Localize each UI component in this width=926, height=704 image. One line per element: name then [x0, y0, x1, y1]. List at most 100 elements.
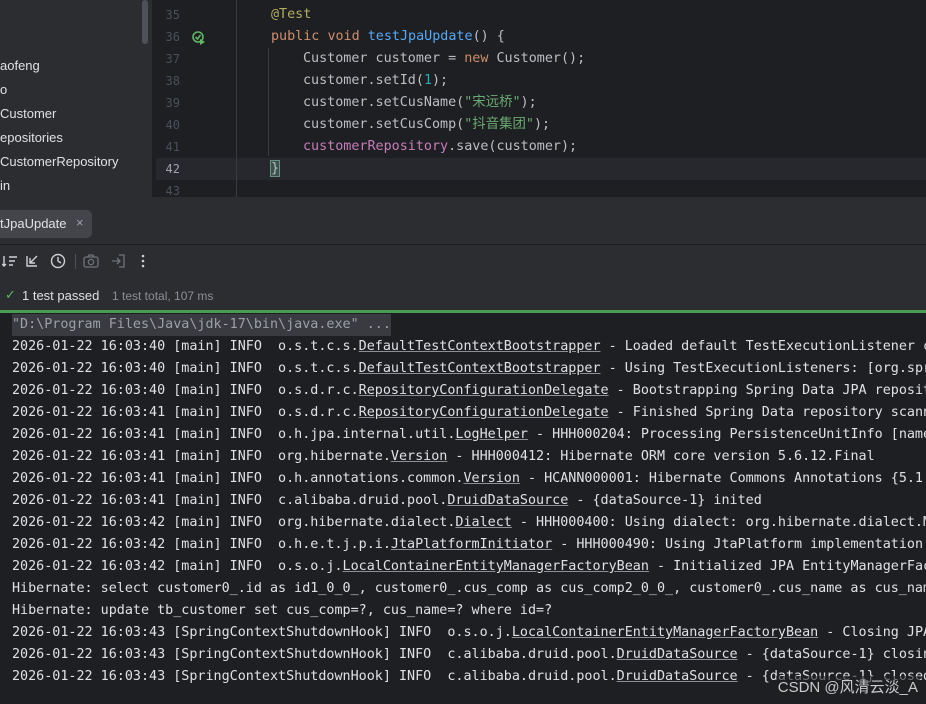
console-class-link[interactable]: Dialect	[455, 515, 511, 530]
console-class-link[interactable]: DefaultTestContextBootstrapper	[359, 361, 601, 376]
indent-guide	[268, 48, 269, 156]
number-token: 1	[423, 73, 432, 88]
console-class-link[interactable]: LocalContainerEntityManagerFactoryBean	[343, 559, 649, 574]
tree-item[interactable]: aofeng	[0, 54, 40, 78]
console-text: - Initialized JPA EntityManagerFact	[648, 559, 926, 574]
code-token: customer.setCusName(	[303, 95, 465, 110]
console-line: Hibernate: update tb_customer set cus_co…	[12, 600, 552, 622]
console-class-link[interactable]: DefaultTestContextBootstrapper	[359, 339, 601, 354]
console-class-link[interactable]: LocalContainerEntityManagerFactoryBean	[512, 625, 818, 640]
line-number: 41	[165, 140, 180, 154]
console-class-link[interactable]: Version	[463, 471, 519, 486]
line-number: 37	[165, 52, 180, 66]
method-name-token: testJpaUpdate	[367, 29, 473, 44]
line-number: 36	[165, 30, 180, 44]
console-text: - {dataSource-1} closing	[737, 647, 926, 662]
console-text: Hibernate: update tb_customer set cus_co…	[12, 603, 553, 618]
code-line-41: customerRepository.save(customer);	[303, 136, 577, 158]
console-class-link[interactable]: RepositoryConfigurationDelegate	[359, 405, 609, 420]
console-text: Hibernate: select customer0_.id as id1_0…	[12, 581, 926, 596]
console-class-link[interactable]: LogHelper	[455, 427, 528, 442]
history-icon[interactable]	[48, 250, 68, 272]
console-class-link[interactable]: DruidDataSource	[617, 669, 738, 684]
console-class-link[interactable]: JtaPlatformInitiator	[391, 537, 552, 552]
code-line-40: customer.setCusComp("抖音集团");	[303, 114, 550, 136]
console-text: 2026-01-22 16:03:41 [main] INFO o.h.anno…	[12, 471, 464, 486]
tree-item[interactable]: o	[0, 78, 7, 102]
run-tab[interactable]: tJpaUpdate ×	[0, 210, 92, 238]
tree-item[interactable]: epositories	[0, 126, 63, 150]
console-text: - Bootstrapping Spring Data JPA reposito	[608, 383, 926, 398]
console-text: 2026-01-22 16:03:40 [main] INFO o.s.t.c.…	[12, 339, 359, 354]
console-output[interactable]: "D:\Program Files\Java\jdk-17\bin\java.e…	[0, 313, 926, 704]
console-line: 2026-01-22 16:03:43 [SpringContextShutdo…	[12, 644, 926, 666]
console-text: 2026-01-22 16:03:40 [main] INFO o.s.d.r.…	[12, 383, 359, 398]
console-class-link[interactable]: DruidDataSource	[617, 647, 738, 662]
console-command-line[interactable]: "D:\Program Files\Java\jdk-17\bin\java.e…	[12, 314, 391, 336]
tests-passed-label: 1 test passed	[22, 288, 100, 303]
more-icon[interactable]	[133, 250, 153, 272]
keyword-token: new	[464, 51, 489, 66]
tree-scrollbar[interactable]	[142, 0, 148, 44]
code-line-37: Customer customer = new Customer();	[303, 48, 585, 70]
code-line-35: @Test	[271, 4, 311, 26]
console-line: 2026-01-22 16:03:41 [main] INFO o.s.d.r.…	[12, 402, 926, 424]
line-number: 35	[165, 8, 180, 22]
console-text: 2026-01-22 16:03:41 [main] INFO org.hibe…	[12, 449, 391, 464]
line-number: 38	[165, 74, 180, 88]
collapse-icon[interactable]	[22, 250, 42, 272]
console-line: 2026-01-22 16:03:42 [main] INFO o.h.e.t.…	[12, 534, 926, 556]
export-icon[interactable]	[108, 250, 128, 272]
code-token: .save(customer);	[448, 139, 578, 154]
matched-brace: }	[269, 160, 281, 177]
project-tree: aofeng o Customer epositories CustomerRe…	[0, 0, 152, 200]
tests-total-label: 1 test total, 107 ms	[112, 289, 214, 303]
tree-item[interactable]: in	[0, 174, 10, 198]
console-line: 2026-01-22 16:03:43 [SpringContextShutdo…	[12, 622, 926, 644]
code-token: );	[520, 95, 537, 110]
watermark: CSDN @风清云淡_A	[775, 676, 920, 697]
console-text: - {dataSource-1} inited	[568, 493, 762, 508]
console-line: 2026-01-22 16:03:42 [main] INFO org.hibe…	[12, 512, 926, 534]
console-line: 2026-01-22 16:03:41 [main] INFO org.hibe…	[12, 446, 875, 468]
run-tool-window: tJpaUpdate × ✓ 1 test passed 1 test tota…	[0, 200, 926, 704]
console-text: - HHH000204: Processing PersistenceUnitI…	[527, 427, 926, 442]
console-text: 2026-01-22 16:03:42 [main] INFO org.hibe…	[12, 515, 456, 530]
console-line: 2026-01-22 16:03:40 [main] INFO o.s.t.c.…	[12, 336, 926, 358]
code-line-42: }	[269, 158, 281, 180]
console-line: 2026-01-22 16:03:41 [main] INFO o.h.anno…	[12, 468, 926, 490]
console-class-link[interactable]: RepositoryConfigurationDelegate	[359, 383, 609, 398]
code-token: );	[432, 73, 449, 88]
console-line: 2026-01-22 16:03:41 [main] INFO o.h.jpa.…	[12, 424, 926, 446]
run-tab-label: tJpaUpdate	[0, 216, 67, 231]
code-token: Customer customer =	[303, 51, 465, 66]
tree-item[interactable]: Customer	[0, 102, 56, 126]
console-text: 2026-01-22 16:03:42 [main] INFO o.s.o.j.	[12, 559, 343, 574]
run-test-gutter-icon[interactable]	[192, 31, 206, 45]
camera-icon[interactable]	[81, 250, 101, 272]
code-token: customer.setId(	[303, 73, 424, 88]
console-text: 2026-01-22 16:03:43 [SpringContextShutdo…	[12, 669, 617, 684]
tree-item[interactable]: CustomerRepository	[0, 150, 119, 174]
console-line: 2026-01-22 16:03:40 [main] INFO o.s.d.r.…	[12, 380, 926, 402]
console-text: - Loaded default TestExecutionListener c…	[600, 339, 926, 354]
field-token: customerRepository	[303, 139, 449, 154]
console-text: - HCANN000001: Hibernate Commons Annotat…	[519, 471, 926, 486]
console-text: 2026-01-22 16:03:41 [main] INFO c.alibab…	[12, 493, 448, 508]
string-token: "抖音集团"	[464, 117, 534, 132]
line-number: 40	[165, 118, 180, 132]
code-line-39: customer.setCusName("宋远桥");	[303, 92, 537, 114]
code-editor[interactable]: 35 36 37 38 39 40 41 42 43 @Test public …	[156, 0, 926, 200]
indent-guide	[236, 0, 237, 200]
console-class-link[interactable]: Version	[391, 449, 447, 464]
console-line: 2026-01-22 16:03:40 [main] INFO o.s.t.c.…	[12, 358, 926, 380]
console-line: Hibernate: select customer0_.id as id1_0…	[12, 578, 926, 600]
test-status-row: ✓ 1 test passed 1 test total, 107 ms	[0, 284, 926, 308]
console-class-link[interactable]: DruidDataSource	[447, 493, 568, 508]
console-text: 2026-01-22 16:03:43 [SpringContextShutdo…	[12, 647, 617, 662]
sort-icon[interactable]	[0, 250, 20, 272]
close-icon[interactable]: ×	[76, 215, 84, 230]
code-line-38: customer.setId(1);	[303, 70, 448, 92]
line-number: 39	[165, 96, 180, 110]
code-token: customer.setCusComp(	[303, 117, 465, 132]
